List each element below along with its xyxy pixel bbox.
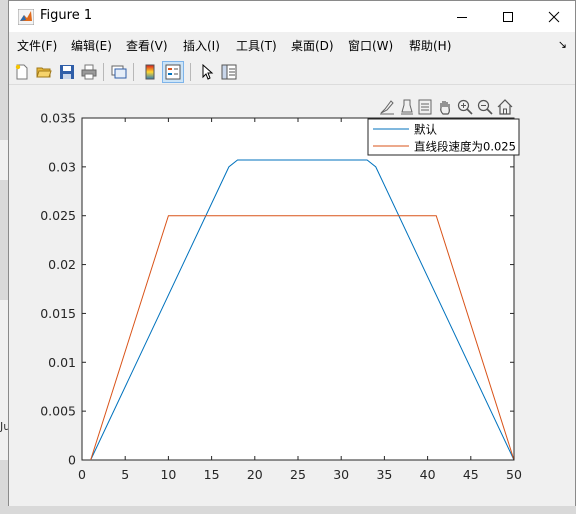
x-tick-label: 25 — [290, 467, 306, 482]
x-tick-label: 10 — [160, 467, 176, 482]
line-chart[interactable]: 0 5 10 15 20 25 30 35 40 45 50 0 0.005 0.01 0.015 0.02 0… — [0, 0, 576, 514]
x-tick-label: 50 — [506, 467, 522, 482]
y-tick-label: 0.025 — [40, 208, 76, 223]
y-tick-label: 0.005 — [40, 404, 76, 419]
y-tick-label: 0.03 — [48, 159, 76, 174]
x-tick-label: 20 — [247, 467, 263, 482]
legend-label-series-1: 默认 — [414, 123, 437, 137]
x-tick-label: 0 — [78, 467, 86, 482]
legend[interactable]: 默认 直线段速度为0.025 — [367, 118, 520, 156]
axes-box — [81, 117, 515, 461]
y-tick-label: 0.015 — [40, 306, 76, 321]
y-tick-label: 0 — [68, 453, 76, 468]
y-tick-label: 0.02 — [48, 257, 76, 272]
x-tick-label: 30 — [333, 467, 349, 482]
x-tick-label: 15 — [204, 467, 220, 482]
x-tick-label: 40 — [420, 467, 436, 482]
x-tick-label: 45 — [463, 467, 479, 482]
x-tick-label: 5 — [121, 467, 129, 482]
y-tick-label: 0.035 — [40, 111, 76, 126]
x-tick-label: 35 — [376, 467, 392, 482]
y-tick-label: 0.01 — [48, 355, 76, 370]
legend-label-series-2: 直线段速度为0.025 — [414, 140, 516, 154]
